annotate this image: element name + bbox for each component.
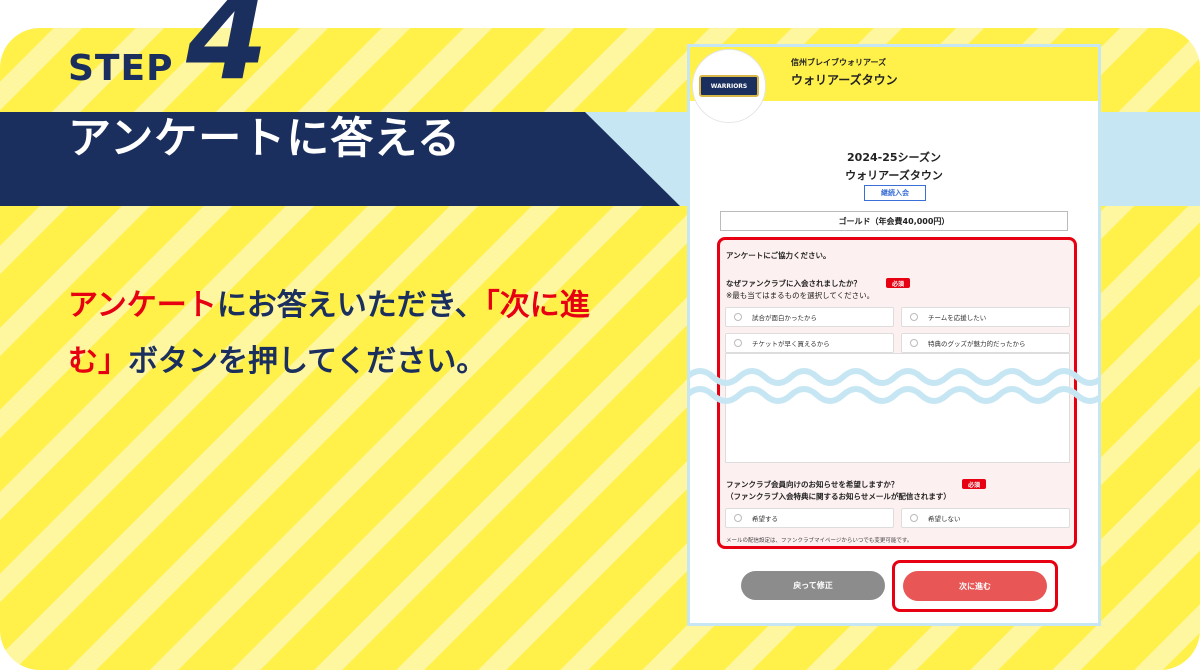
required-badge: 必須 — [886, 278, 910, 288]
option-label: 特典のグッズが魅力的だったから — [928, 340, 1026, 348]
option-label: チケットが早く買えるから — [752, 340, 830, 348]
option-3[interactable]: チケットが早く買えるから — [725, 333, 894, 353]
instruction-part-2: ボタンを押してください。 — [128, 344, 487, 379]
question-2: ファンクラブ会員向けのお知らせを希望しますか？ — [726, 480, 899, 489]
club-logo: WARRIORS — [692, 49, 766, 123]
instruction-text: アンケートにお答えいただき、「次に進む」ボタンを押してください。 — [68, 278, 628, 390]
option-label: 希望しない — [928, 515, 961, 523]
renew-badge: 継続入会 — [864, 185, 926, 201]
mail-note: メールの配信設定は、ファンクラブマイページからいつでも変更可能です。 — [726, 538, 913, 544]
option-2[interactable]: チームを応援したい — [901, 307, 1070, 327]
phone-screenshot: WARRIORS 信州ブレイブウォリアーズ ウォリアーズタウン 2024-25シ… — [687, 44, 1101, 626]
question-1: なぜファンクラブに入会されましたか？ — [726, 279, 861, 288]
radio-icon — [910, 339, 918, 347]
next-button[interactable]: 次に進む — [903, 571, 1047, 601]
club-name: 信州ブレイブウォリアーズ — [791, 58, 887, 67]
step-label: STEP — [68, 48, 174, 89]
question-2-note: （ファンクラブ入会特典に関するお知らせメールが配信されます） — [726, 492, 951, 501]
next-button-highlight: 次に進む — [892, 560, 1058, 612]
required-badge-2: 必須 — [962, 479, 986, 489]
radio-icon — [734, 514, 742, 522]
radio-icon — [910, 313, 918, 321]
step-number: 4 — [186, 0, 269, 106]
wave-cut-icon — [687, 368, 1101, 404]
radio-icon — [734, 339, 742, 347]
option-4[interactable]: 特典のグッズが魅力的だったから — [901, 333, 1070, 353]
instruction-highlight-survey: アンケート — [68, 288, 217, 323]
back-button[interactable]: 戻って修正 — [741, 571, 885, 600]
option-label: 試合が面白かったから — [752, 314, 817, 322]
plan-label: ゴールド（年会費40,000円） — [720, 211, 1068, 231]
step-title: アンケートに答える — [68, 114, 461, 164]
option-no-wish[interactable]: 希望しない — [901, 508, 1070, 528]
option-label: チームを応援したい — [928, 314, 987, 322]
option-label: 希望する — [752, 515, 778, 523]
membership-label: ウォリアーズタウン — [845, 169, 943, 182]
option-wish[interactable]: 希望する — [725, 508, 894, 528]
question-1-note: ※最も当てはまるものを選択してください。 — [726, 291, 875, 300]
option-1[interactable]: 試合が面白かったから — [725, 307, 894, 327]
club-logo-icon: WARRIORS — [699, 75, 759, 97]
instruction-part-1: にお答えいただき、 — [216, 288, 485, 323]
season-label: 2024-25シーズン — [847, 151, 941, 164]
survey-heading: アンケートにご協力ください。 — [726, 251, 831, 260]
radio-icon — [734, 313, 742, 321]
site-name: ウォリアーズタウン — [791, 73, 898, 87]
radio-icon — [910, 514, 918, 522]
